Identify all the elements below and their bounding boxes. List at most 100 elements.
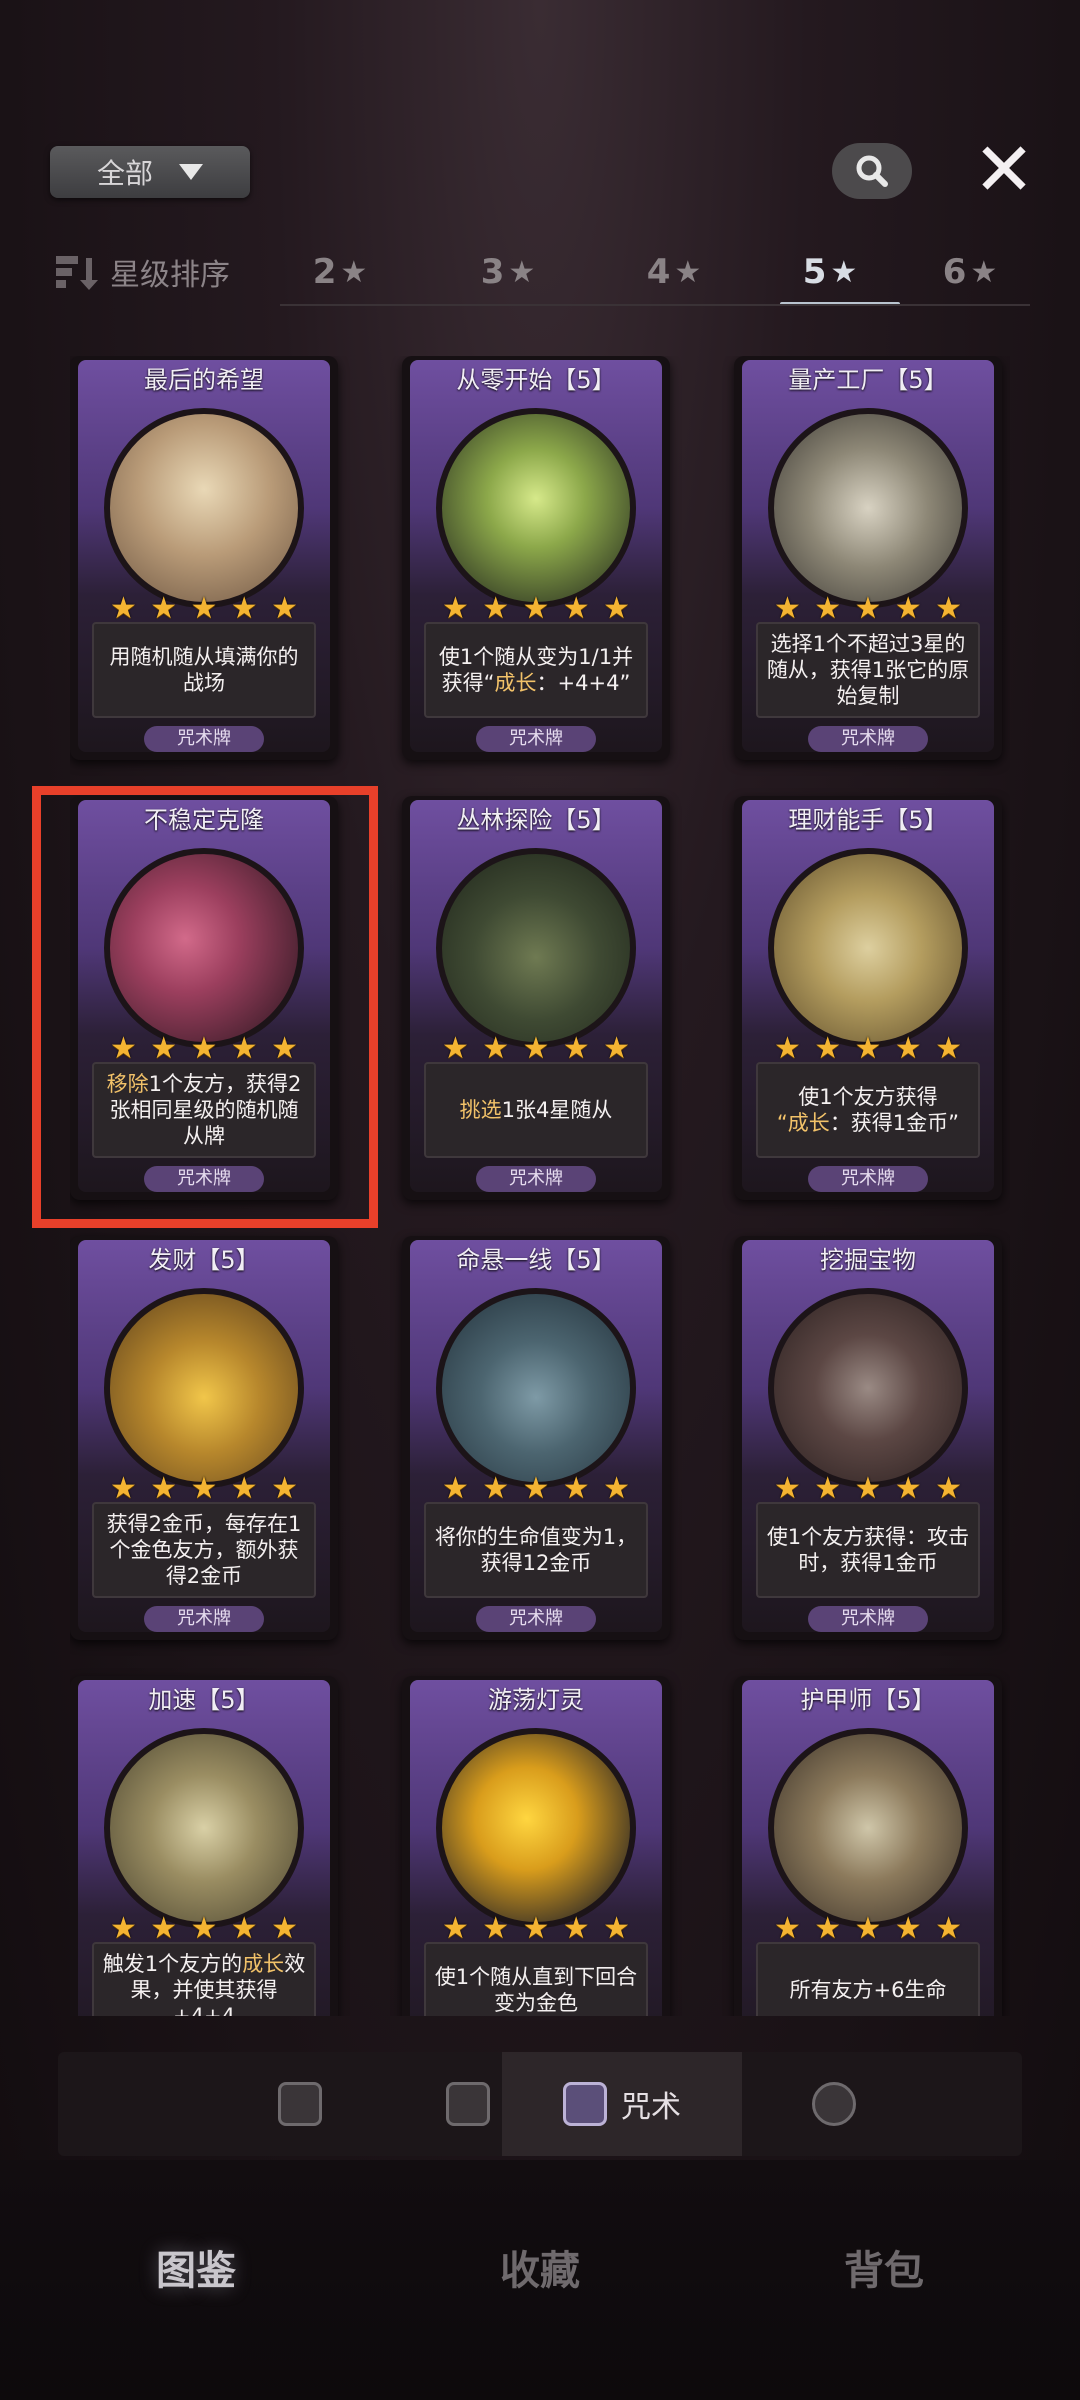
star-rating: ★ ★ ★ ★ ★ [442, 591, 630, 626]
card-description: 挑选1张4星随从 [424, 1062, 648, 1158]
card-art-factory [768, 408, 968, 608]
sort-toggle[interactable]: 星级排序 [54, 250, 230, 294]
star-icon: ★ [674, 254, 702, 290]
star-rating: ★ ★ ★ ★ ★ [774, 1471, 962, 1506]
card-type-tag: 咒术牌 [808, 1606, 928, 1632]
card-title: 命悬一线【5】 [456, 1246, 616, 1274]
card-type-tag: 咒术牌 [808, 1166, 928, 1192]
spell-card[interactable]: 挖掘宝物 ★ ★ ★ ★ ★ 使1个友方获得：攻击时，获得1金币 咒术牌 [734, 1236, 1002, 1640]
nav-codex[interactable]: 图鉴 [96, 2236, 296, 2306]
star-rating: ★ ★ ★ ★ ★ [110, 1911, 298, 1946]
sort-icon [56, 256, 98, 290]
minion-card-icon [278, 2082, 322, 2126]
spell-card[interactable]: 最后的希望 ★ ★ ★ ★ ★ 用随机随从填满你的战场 咒术牌 [70, 356, 338, 760]
star-rating: ★ ★ ★ ★ ★ [110, 1471, 298, 1506]
star-icon: ★ [340, 254, 368, 290]
desc-text: 使1个友方获得：攻击时，获得1金币 [766, 1525, 970, 1575]
card-title: 丛林探险【5】 [456, 806, 616, 834]
chevron-down-icon [179, 164, 203, 180]
card-art-money-bag [768, 848, 968, 1048]
spell-card[interactable]: 丛林探险【5】 ★ ★ ★ ★ ★ 挑选1张4星随从 咒术牌 [402, 796, 670, 1200]
close-button[interactable]: ✕ [970, 133, 1038, 207]
card-type-tag: 咒术牌 [808, 726, 928, 752]
star-icon: ★ [830, 254, 858, 290]
tab-label: 4 [646, 252, 671, 292]
filter-dropdown[interactable]: 全部 [50, 146, 250, 198]
card-title: 从零开始【5】 [456, 366, 616, 394]
spell-card[interactable]: 游荡灯灵 ★★★★★ 使1个随从直到下回合变为金色 咒术牌 [402, 1676, 670, 2016]
tab-label: 5 [802, 252, 827, 292]
desc-text: 获得2金币，每存在1个金色友方，额外获得2金币 [106, 1512, 302, 1588]
tab-5-star[interactable]: 5 ★ [770, 244, 900, 306]
tab-4-star[interactable]: 4 ★ [614, 244, 734, 300]
nav-collection[interactable]: 收藏 [440, 2236, 640, 2306]
top-bar: 全部 ✕ [0, 0, 1080, 240]
star-rating: ★ ★ ★ ★ ★ [442, 1911, 630, 1946]
star-tabs: 2 ★ 3 ★ 4 ★ 5 ★ 6 ★ [280, 244, 1030, 306]
search-button[interactable] [832, 143, 912, 199]
card-art-girl [104, 408, 304, 608]
spell-card[interactable]: 命悬一线【5】 ★ ★ ★ ★ ★ 将你的生命值变为1，获得12金币 咒术牌 [402, 1236, 670, 1640]
tab-2-star[interactable]: 2 ★ [280, 244, 400, 300]
desc-text: 用随机随从填满你的战场 [109, 645, 299, 695]
star-rating: ★ ★ ★ ★ ★ [442, 1471, 630, 1506]
selection-highlight [32, 786, 378, 1228]
star-icon: ★ [508, 254, 536, 290]
desc-text: 使1个随从变为1/1并获得“成长：+4+4” [438, 645, 634, 695]
spell-card[interactable]: 量产工厂【5】 ★ ★ ★ ★ ★ 选择1个不超过3星的随从，获得1张它的原始复制 咒术… [734, 356, 1002, 760]
spell-card[interactable]: 理财能手【5】 ★ ★ ★ ★ ★ 使1个友方获得 “成长：获得1金币” 咒术牌 [734, 796, 1002, 1200]
card-description: 将你的生命值变为1，获得12金币 [424, 1502, 648, 1598]
card-type-tag: 咒术牌 [476, 1166, 596, 1192]
card-title: 护甲师【5】 [800, 1686, 936, 1714]
edit-card-icon [446, 2082, 490, 2126]
card-type-tag: 咒术牌 [476, 726, 596, 752]
card-title: 游荡灯灵 [488, 1686, 584, 1714]
bottom-nav: 图鉴 收藏 背包 [0, 2160, 1080, 2400]
star-rating: ★ ★ ★ ★ ★ [442, 1031, 630, 1066]
card-art-skeleton-warrior [768, 1288, 968, 1488]
card-title: 理财能手【5】 [788, 806, 948, 834]
card-category-tabs: 咒术 [58, 2052, 1022, 2156]
card-art-lightning [436, 408, 636, 608]
card-title: 最后的希望 [144, 366, 264, 394]
desc-text: 将你的生命值变为1，获得12金币 [434, 1525, 638, 1575]
spell-card[interactable]: 从零开始【5】 ★ ★ ★ ★ ★ 使1个随从变为1/1并获得“成长：+4+4” 咒术牌 [402, 356, 670, 760]
desc-text: 使1个随从直到下回合变为金色 [434, 1965, 638, 2015]
card-description: 获得2金币，每存在1个金色友方，额外获得2金币 [92, 1502, 316, 1598]
card-type-tag: 咒术牌 [476, 1606, 596, 1632]
card-title: 发财【5】 [148, 1246, 260, 1274]
card-description: 使1个随从直到下回合变为金色 [424, 1942, 648, 2016]
card-art-lamp-spirit [436, 1728, 636, 1928]
star-rating: ★ ★ ★ ★ ★ [110, 591, 298, 626]
tabs-divider [280, 304, 1030, 306]
card-art-treasure-chest [104, 1288, 304, 1488]
card-title: 加速【5】 [148, 1686, 260, 1714]
card-art-jungle [436, 848, 636, 1048]
card-title: 量产工厂【5】 [788, 366, 948, 394]
tab-label: 6 [942, 252, 967, 292]
subtab-label: 咒术 [621, 2090, 681, 2125]
card-art-armor [768, 1728, 968, 1928]
tab-spell-cards[interactable]: 咒术 [502, 2052, 742, 2156]
star-rating: ★ ★ ★ ★ ★ [774, 591, 962, 626]
tab-hero-cards[interactable] [714, 2052, 954, 2156]
card-description: 使1个友方获得 “成长：获得1金币” [756, 1062, 980, 1158]
tab-label: 3 [480, 252, 505, 292]
desc-text: 挑选1张4星随从 [459, 1098, 613, 1122]
spell-card-icon [563, 2082, 607, 2126]
star-icon: ★ [970, 254, 998, 290]
desc-text: 使1个友方获得 “成长：获得1金币” [776, 1085, 960, 1135]
nav-backpack[interactable]: 背包 [784, 2236, 984, 2306]
spell-card[interactable]: 加速【5】 ★★★★★ 触发1个友方的成长效果，并使其获得+4+4 咒术牌 [70, 1676, 338, 2016]
sort-label: 星级排序 [110, 258, 230, 293]
spell-card[interactable]: 护甲师【5】 ★★★★★ 所有友方+6生命 咒术牌 [734, 1676, 1002, 2016]
spell-card[interactable]: 发财【5】 ★ ★ ★ ★ ★ 获得2金币，每存在1个金色友方，额外获得2金币 咒术牌 [70, 1236, 338, 1640]
card-type-tag: 咒术牌 [144, 726, 264, 752]
search-icon [856, 155, 888, 187]
card-description: 所有友方+6生命 [756, 1942, 980, 2016]
tab-6-star[interactable]: 6 ★ [910, 244, 1030, 300]
tab-3-star[interactable]: 3 ★ [448, 244, 568, 300]
card-description: 触发1个友方的成长效果，并使其获得+4+4 [92, 1942, 316, 2016]
star-rating: ★ ★ ★ ★ ★ [774, 1911, 962, 1946]
desc-text: 所有友方+6生命 [789, 1978, 947, 2002]
